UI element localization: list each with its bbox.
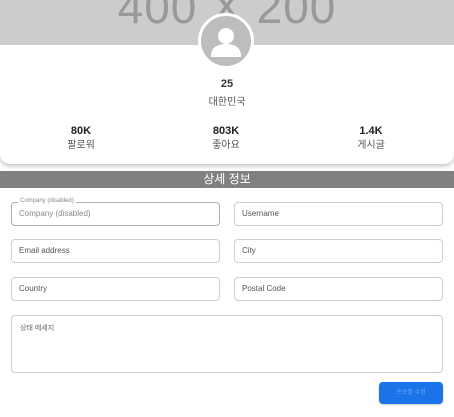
person-icon <box>211 28 241 57</box>
status-message-textarea[interactable]: 상태 메세지 <box>11 315 443 373</box>
profile-age: 25 <box>220 78 234 90</box>
edit-profile-button[interactable]: 프로필 수정 <box>379 382 443 404</box>
profile-card: 400 X 200 25 대한민국 80K 팔로워 803K 좋아요 1.4K … <box>0 0 454 164</box>
stat-likes: 803K 좋아요 <box>166 125 286 153</box>
stat-posts: 1.4K 게시글 <box>311 125 431 153</box>
postal-code-field[interactable]: Postal Code <box>234 277 443 301</box>
username-field[interactable]: Username <box>234 202 443 226</box>
stat-value: 803K <box>212 125 240 137</box>
email-field-placeholder: Email address <box>19 246 70 255</box>
email-field[interactable]: Email address <box>11 239 220 263</box>
country-field-placeholder: Country <box>19 284 48 293</box>
status-message-placeholder: 상태 메세지 <box>20 325 55 332</box>
stat-label: 팔로워 <box>67 140 95 151</box>
city-field-placeholder: City <box>242 246 256 255</box>
stat-value: 1.4K <box>359 125 383 137</box>
company-field-placeholder: Company (disabled) <box>19 209 91 218</box>
username-field-placeholder: Username <box>242 209 279 218</box>
company-field: Company (disabled) Company (disabled) <box>11 197 220 226</box>
postal-code-field-placeholder: Postal Code <box>242 284 286 293</box>
stat-value: 80K <box>70 125 92 137</box>
company-field-label: Company (disabled) <box>18 197 76 205</box>
stat-label: 좋아요 <box>212 140 240 151</box>
section-title: 상세 정보 <box>0 171 454 188</box>
stat-label: 게시글 <box>357 140 385 151</box>
profile-country: 대한민국 <box>208 97 246 108</box>
avatar[interactable] <box>198 13 254 69</box>
stat-followers: 80K 팔로워 <box>21 125 141 153</box>
city-field[interactable]: City <box>234 239 443 263</box>
country-field[interactable]: Country <box>11 277 220 301</box>
